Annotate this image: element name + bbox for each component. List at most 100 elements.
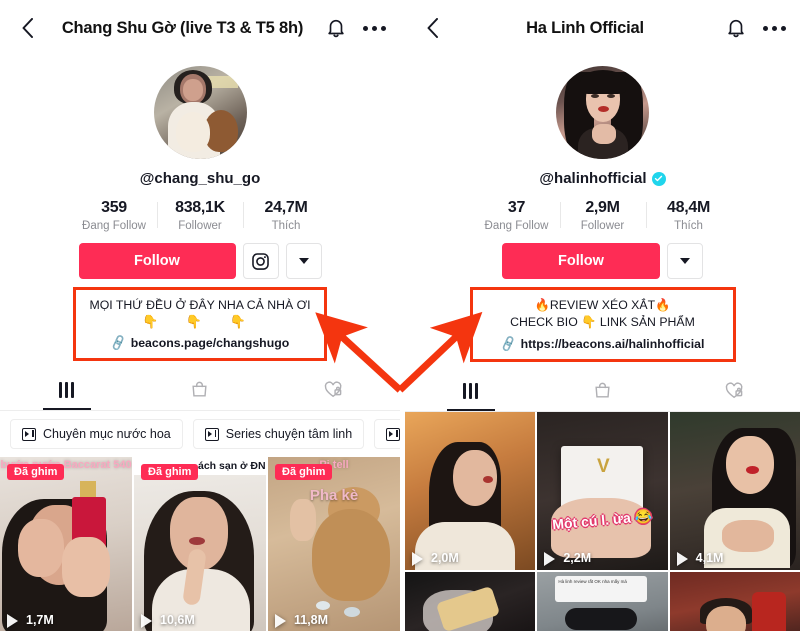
bio-line-1: MỌI THỨ ĐỀU Ở ĐÂY NHA CẢ NHÀ ƠI (89, 298, 311, 312)
instagram-icon[interactable] (242, 243, 279, 279)
stat-value: 2,9M (585, 199, 620, 216)
playlist-icon (22, 427, 36, 441)
play-icon (141, 613, 154, 628)
playlist-chip-label: Chuyên mục nước hoa (43, 427, 171, 441)
stat-value: 838,1K (175, 199, 225, 216)
play-icon (275, 613, 288, 628)
playlist-chip-label: Series chuyện tâm linh (225, 427, 353, 441)
right-action-row: Follow (405, 243, 800, 279)
play-icon (544, 551, 557, 566)
heart-locked-icon (725, 382, 743, 399)
back-button[interactable] (419, 18, 445, 38)
profile-handle: @halinhofficial (405, 170, 800, 187)
playlist-chip[interactable] (374, 419, 400, 449)
video-play-count: 10,6M (141, 613, 195, 628)
more-dots-icon[interactable] (363, 25, 386, 31)
video-play-count: 2,2M (544, 551, 591, 566)
video-cell[interactable] (669, 572, 800, 631)
bio-highlight-box: MỌI THỨ ĐỀU Ở ĐÂY NHA CẢ NHÀ ƠI 👇 👇 👇 🔗 … (73, 287, 327, 361)
bio-link-text: beacons.page/changshugo (130, 336, 290, 350)
tab-videos[interactable] (0, 369, 133, 410)
more-dots-icon[interactable] (763, 25, 786, 31)
stat-label: Thích (271, 220, 301, 232)
stat-followers[interactable]: 2,9M Follower (559, 199, 646, 232)
screenshot-root: Chang Shu Gờ (live T3 & T5 8h) @chang_sh… (0, 0, 800, 631)
avatar[interactable] (556, 66, 649, 159)
link-icon: 🔗 (108, 333, 128, 353)
bio-line-2: CHECK BIO 👇 LINK SẢN PHẨM (510, 315, 695, 329)
tab-shop[interactable] (133, 369, 266, 410)
stat-likes[interactable]: 24,7M Thích (243, 199, 329, 232)
bio-link[interactable]: 🔗 https://beacons.ai/halinhofficial (479, 334, 727, 354)
chevron-down-icon[interactable] (285, 243, 322, 279)
video-cell[interactable]: 4,1M (669, 412, 800, 570)
stat-likes[interactable]: 48,4M Thích (645, 199, 732, 232)
back-button[interactable] (14, 18, 40, 38)
video-play-count: 11,8M (275, 613, 328, 628)
stat-following[interactable]: 359 Đang Follow (71, 199, 157, 232)
left-avatar-wrap (0, 66, 400, 159)
playlist-icon (204, 427, 219, 441)
video-play-count: 1,7M (7, 613, 54, 628)
stat-label: Follower (178, 220, 222, 232)
video-cell[interactable]: ách sạn ở ĐN Đã ghim 10,6M (134, 457, 266, 631)
shopping-bag-icon (192, 381, 208, 397)
left-stats-row: 359 Đang Follow 838,1K Follower 24,7M Th… (0, 199, 400, 232)
bio-highlight-box: 🔥REVIEW XÉO XẮT🔥 CHECK BIO 👇 LINK SẢN PH… (469, 287, 736, 362)
playlist-chip[interactable]: Chuyên mục nước hoa (10, 419, 183, 449)
stat-label: Đang Follow (82, 220, 146, 232)
pinned-badge: Đã ghim (141, 464, 199, 480)
video-cell[interactable]: V Một cú l. ừa 😂 2,2M (537, 412, 668, 570)
stat-following[interactable]: 37 Đang Follow (474, 199, 560, 232)
video-cell[interactable]: bước nước Baccarat 540 Đã ghim 1,7M (0, 457, 132, 631)
handle-text: @chang_shu_go (139, 170, 261, 187)
avatar[interactable] (153, 66, 247, 159)
right-tab-bar (405, 370, 800, 412)
right-profile-panel: Ha Linh Official @halinhofficial 37 Đang… (405, 0, 800, 631)
left-header: Chang Shu Gờ (live T3 & T5 8h) (0, 0, 400, 56)
bell-icon[interactable] (725, 17, 747, 39)
pinned-badge: Đã ghim (275, 464, 333, 480)
verified-badge-icon (651, 171, 666, 186)
playlist-icon (386, 427, 400, 441)
tab-liked[interactable] (267, 369, 400, 410)
bell-icon[interactable] (325, 17, 347, 39)
left-profile-panel: Chang Shu Gờ (live T3 & T5 8h) @chang_sh… (0, 0, 400, 631)
grid-icon (59, 381, 75, 398)
follow-button[interactable]: Follow (502, 243, 660, 279)
play-icon (676, 551, 690, 566)
right-header: Ha Linh Official (405, 0, 800, 56)
playlist-chip-row[interactable]: Chuyên mục nước hoa Series chuyện tâm li… (0, 411, 400, 457)
playlist-chip[interactable]: Series chuyện tâm linh (192, 419, 365, 449)
heart-locked-icon (324, 381, 342, 398)
tab-videos[interactable] (405, 370, 537, 411)
stat-value: 24,7M (264, 199, 308, 216)
stat-value: 37 (507, 199, 526, 216)
bio-link[interactable]: 🔗 beacons.page/changshugo (82, 333, 318, 353)
video-cell[interactable]: 2,0M (405, 412, 536, 570)
stat-followers[interactable]: 838,1K Follower (157, 199, 243, 232)
bio-link-text: https://beacons.ai/halinhofficial (520, 337, 705, 351)
tab-liked[interactable] (668, 370, 800, 411)
tab-shop[interactable] (537, 370, 669, 411)
link-icon: 🔗 (498, 334, 518, 354)
profile-handle: @chang_shu_go (0, 170, 400, 187)
page-title: Chang Shu Gờ (live T3 & T5 8h) (61, 18, 304, 37)
video-play-count: 4,1M (676, 551, 723, 566)
bio-line-2: 👇 👇 👇 (142, 314, 258, 329)
video-overlay-caption: Pha kè (309, 487, 359, 504)
stat-label: Thích (674, 220, 703, 232)
video-cell[interactable] (405, 572, 536, 631)
handle-text: @halinhofficial (539, 170, 647, 187)
video-cell[interactable]: Pi tell Pha kè Đã ghim 11,8M (268, 457, 400, 631)
right-avatar-wrap (405, 66, 800, 159)
play-icon (7, 613, 20, 628)
left-header-actions (325, 17, 386, 39)
right-header-actions (725, 17, 786, 39)
video-cell[interactable]: Hà linh review rất OK nha mấy má (537, 572, 668, 631)
follow-button[interactable]: Follow (78, 243, 236, 279)
bio-line-1: 🔥REVIEW XÉO XẮT🔥 (534, 298, 671, 312)
left-action-row: Follow (0, 243, 400, 279)
chevron-down-icon[interactable] (667, 243, 703, 279)
video-play-count: 2,0M (412, 551, 459, 566)
